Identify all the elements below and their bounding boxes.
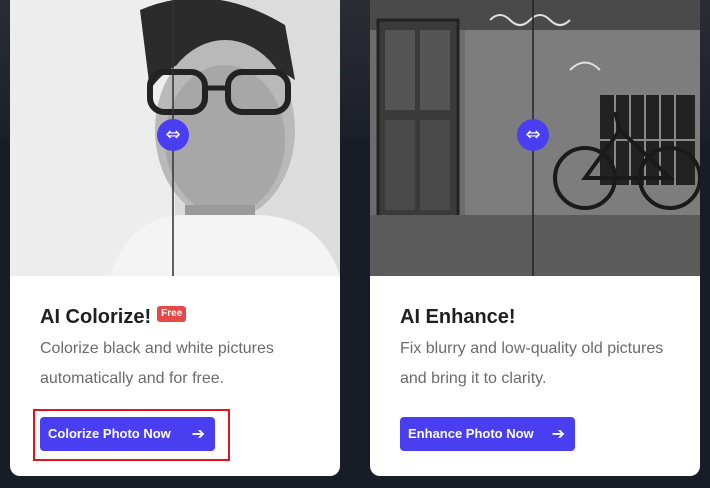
free-badge: Free bbox=[157, 306, 187, 322]
card-title: AI Enhance! bbox=[400, 306, 516, 328]
card-description: Colorize black and white pictures automa… bbox=[40, 340, 274, 387]
enhance-photo-button[interactable]: Enhance Photo Now ➔ bbox=[400, 417, 575, 451]
card-description: Fix blurry and low-quality old pictures … bbox=[400, 340, 664, 387]
colorize-comparison-image[interactable]: ⇔ bbox=[10, 0, 340, 276]
button-label: Enhance Photo Now bbox=[408, 426, 534, 441]
card-title-text: AI Colorize! bbox=[40, 306, 152, 328]
enhance-card: ⇔ AI Enhance! Fix blurry and low-quality… bbox=[370, 0, 700, 476]
double-arrow-icon: ⇔ bbox=[165, 124, 181, 145]
arrow-right-icon: ➔ bbox=[551, 424, 565, 443]
comparison-slider-handle[interactable]: ⇔ bbox=[517, 119, 549, 151]
colorize-photo-button[interactable]: Colorize Photo Now ➔ bbox=[40, 417, 215, 451]
comparison-slider-handle[interactable]: ⇔ bbox=[157, 119, 189, 151]
button-label: Colorize Photo Now bbox=[48, 426, 171, 441]
enhance-comparison-image[interactable]: ⇔ bbox=[370, 0, 700, 276]
colorize-card: ⇔ AI Colorize! Free Colorize black and wh… bbox=[10, 0, 340, 476]
arrow-right-icon: ➔ bbox=[191, 424, 205, 443]
card-title: AI Colorize! Free bbox=[40, 306, 187, 329]
double-arrow-icon: ⇔ bbox=[525, 124, 541, 145]
